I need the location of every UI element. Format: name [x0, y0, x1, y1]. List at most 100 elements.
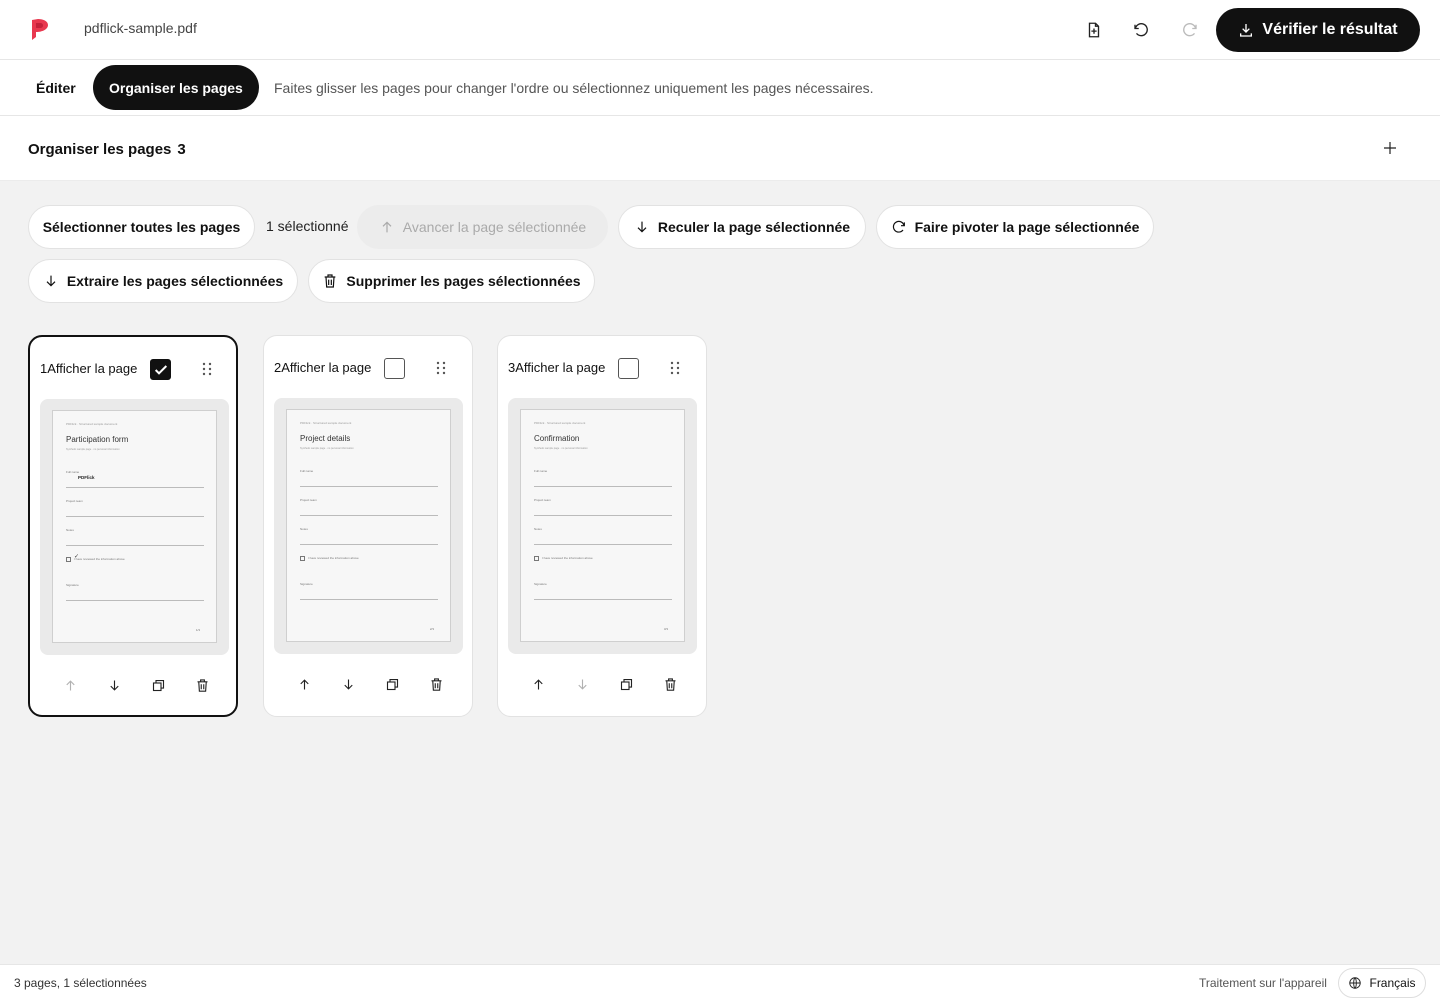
select-all-pages-label: Sélectionner toutes les pages — [42, 219, 241, 235]
move-forward-label: Avancer la page sélectionnée — [402, 219, 587, 235]
preview-signature-label: Signature — [66, 583, 79, 587]
page-card-label: 3Afficher la page — [508, 360, 606, 375]
document-filename: pdflick-sample.pdf — [84, 20, 197, 36]
preview-page-number: 3/3 — [663, 627, 668, 631]
arrow-up-icon — [382, 221, 392, 233]
verify-result-button[interactable]: Vérifier le résultat — [1216, 8, 1420, 52]
preview-signature-line — [300, 599, 438, 600]
delete-pages-label: Supprimer les pages sélectionnées — [346, 273, 581, 289]
page-card[interactable]: 1Afficher la page PDFlick · Structured s… — [28, 335, 238, 717]
move-forward-button[interactable]: Avancer la page sélectionnée — [357, 205, 608, 249]
delete-page-button[interactable] — [660, 674, 680, 694]
mode-hint-text: Faites glisser les pages pour changer l'… — [274, 80, 874, 96]
page-count-badge: 3 — [177, 141, 186, 158]
preview-header: PDFlick · Structured sample document — [534, 421, 586, 425]
drag-handle-icon[interactable] — [198, 360, 216, 378]
copy-icon — [620, 678, 632, 690]
arrow-down-icon — [46, 275, 56, 287]
page-checkbox[interactable] — [150, 359, 171, 380]
select-all-pages-button[interactable]: Sélectionner toutes les pages — [28, 205, 255, 249]
preview-field-label: Notes — [300, 527, 308, 531]
page-card-label: 1Afficher la page — [40, 361, 138, 376]
preview-signature-label: Signature — [300, 582, 313, 586]
undo-icon[interactable] — [1129, 18, 1153, 42]
move-page-down-button[interactable] — [338, 674, 358, 694]
move-backward-button[interactable]: Reculer la page sélectionnée — [618, 205, 866, 249]
rotate-page-button[interactable]: Faire pivoter la page sélectionnée — [876, 205, 1154, 249]
preview-signature-line — [534, 599, 672, 600]
move-page-up-button[interactable] — [528, 674, 548, 694]
file-plus-icon[interactable] — [1082, 18, 1106, 42]
preview-header: PDFlick · Structured sample document — [66, 422, 118, 426]
preview-field-line — [66, 545, 204, 546]
move-page-up-button[interactable] — [60, 675, 80, 695]
preview-field-line — [66, 487, 204, 488]
duplicate-page-button[interactable] — [148, 675, 168, 695]
add-pages-button[interactable] — [1378, 136, 1402, 160]
arrow-down-icon — [343, 679, 353, 690]
preview-field-line — [534, 544, 672, 545]
page-preview: PDFlick · Structured sample document Con… — [520, 409, 685, 642]
extract-pages-button[interactable]: Extraire les pages sélectionnées — [28, 259, 298, 303]
preview-field-line — [300, 544, 438, 545]
rotate-icon — [892, 220, 905, 233]
preview-checkbox-label: I have reviewed the information above — [74, 557, 125, 561]
duplicate-page-button[interactable] — [382, 674, 402, 694]
arrow-up-icon — [299, 678, 309, 689]
preview-field-label: Project team — [300, 498, 317, 502]
page-thumbnail[interactable]: PDFlick · Structured sample document Par… — [40, 399, 229, 655]
language-selector[interactable]: Français — [1338, 968, 1426, 998]
preview-signature-label: Signature — [534, 582, 547, 586]
preview-checkbox-label: I have reviewed the information above — [308, 556, 359, 560]
move-page-down-button[interactable] — [572, 674, 592, 694]
section-title: Organiser les pages 3 — [28, 141, 186, 158]
duplicate-page-button[interactable] — [616, 674, 636, 694]
page-selection-status: 3 pages, 1 sélectionnées — [14, 976, 147, 990]
trash-icon — [431, 677, 441, 691]
tab-organize-pages[interactable]: Organiser les pages — [93, 65, 259, 110]
page-preview: PDFlick · Structured sample document Pro… — [286, 409, 451, 642]
move-page-down-button[interactable] — [104, 675, 124, 695]
trash-icon — [665, 677, 675, 691]
trash-icon — [325, 274, 336, 288]
page-thumbnail[interactable]: PDFlick · Structured sample document Pro… — [274, 398, 463, 654]
move-page-up-button[interactable] — [294, 674, 314, 694]
page-card[interactable]: 2Afficher la page PDFlick · Structured s… — [263, 335, 473, 717]
redo-icon[interactable] — [1178, 18, 1202, 42]
preview-title: Confirmation — [534, 434, 580, 443]
drag-handle-icon[interactable] — [432, 359, 450, 377]
extract-pages-label: Extraire les pages sélectionnées — [66, 273, 284, 289]
checkmark-icon — [154, 364, 167, 375]
preview-field-label: Notes — [534, 527, 542, 531]
preview-page-number: 2/3 — [429, 627, 434, 631]
preview-title: Participation form — [66, 435, 129, 444]
preview-subtitle: Synthetic sample page · no personal info… — [66, 448, 120, 451]
preview-header: PDFlick · Structured sample document — [300, 421, 352, 425]
page-checkbox[interactable] — [384, 358, 405, 379]
preview-field-line — [300, 486, 438, 487]
delete-pages-button[interactable]: Supprimer les pages sélectionnées — [308, 259, 595, 303]
drag-handle-icon[interactable] — [666, 359, 684, 377]
delete-page-button[interactable] — [426, 674, 446, 694]
preview-checkbox-label: I have reviewed the information above — [542, 556, 593, 560]
rotate-page-label: Faire pivoter la page sélectionnée — [914, 219, 1140, 235]
page-card[interactable]: 3Afficher la page PDFlick · Structured s… — [497, 335, 707, 717]
preview-page-number: 1/3 — [195, 628, 200, 632]
preview-field-line — [66, 516, 204, 517]
page-thumbnail[interactable]: PDFlick · Structured sample document Con… — [508, 398, 697, 654]
page-card-actions — [280, 674, 456, 694]
preview-checkbox — [534, 556, 539, 561]
page-card-actions — [46, 675, 222, 695]
preview-subtitle: Synthetic sample page · no personal info… — [300, 447, 354, 450]
page-card-actions — [514, 674, 690, 694]
arrow-down-icon — [637, 221, 647, 233]
tab-edit[interactable]: Éditer — [20, 65, 92, 110]
top-bar: pdflick-sample.pdf Vérifier le résultat — [0, 0, 1440, 60]
pdflick-logo-icon — [32, 19, 48, 40]
copy-icon — [152, 679, 164, 691]
preview-title: Project details — [300, 434, 351, 443]
page-checkbox[interactable] — [618, 358, 639, 379]
on-device-processing-text: Traitement sur l'appareil — [1199, 976, 1327, 990]
copy-icon — [386, 678, 398, 690]
delete-page-button[interactable] — [192, 675, 212, 695]
